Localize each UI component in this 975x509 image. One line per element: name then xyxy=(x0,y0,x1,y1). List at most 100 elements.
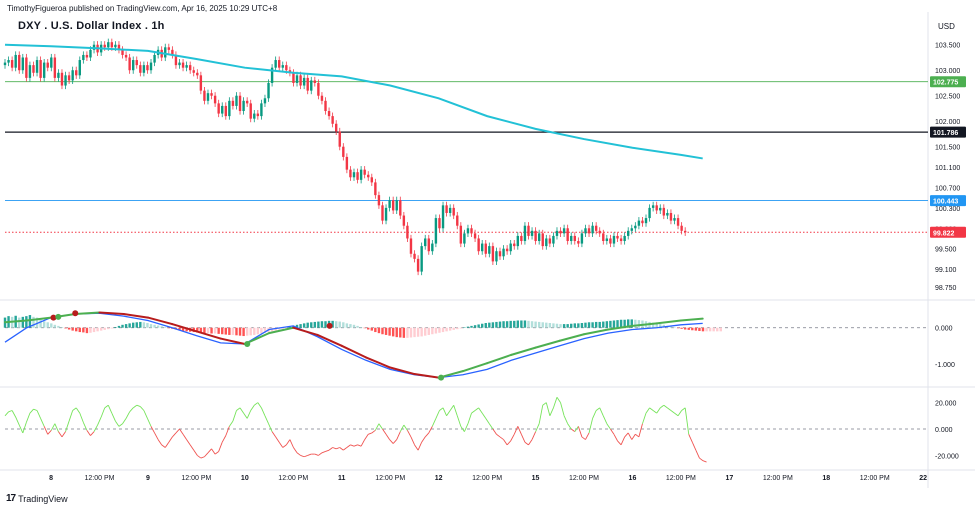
macd-histogram-bar xyxy=(334,321,338,328)
candle-body xyxy=(181,62,185,68)
macd-histogram-bar xyxy=(345,323,349,328)
oscillator-segment xyxy=(667,407,672,411)
candle-body xyxy=(676,218,680,226)
candle-body xyxy=(384,207,388,221)
oscillator-segment xyxy=(513,426,519,435)
oscillator-segment xyxy=(8,410,13,413)
oscillator-segment xyxy=(403,424,408,431)
macd-histogram-bar xyxy=(406,327,409,338)
oscillator-segment xyxy=(25,412,31,423)
oscillator-segment xyxy=(524,441,529,446)
macd-histogram-bar xyxy=(534,321,537,328)
time-axis-tick: 22 xyxy=(919,475,927,482)
macd-histogram-bar xyxy=(381,327,384,335)
oscillator-segment xyxy=(364,434,369,440)
candle-body xyxy=(356,172,359,180)
macd-histogram-bar xyxy=(438,327,441,333)
time-axis-tick: 15 xyxy=(532,475,540,482)
oscillator-segment xyxy=(357,444,362,447)
candle-body xyxy=(121,49,124,55)
candle-body xyxy=(89,49,92,58)
macd-histogram-bar xyxy=(694,327,698,331)
candle-body xyxy=(64,75,67,86)
candle-body xyxy=(420,246,423,272)
oscillator-segment xyxy=(577,426,583,438)
candle-body xyxy=(498,251,502,257)
price-label-text: 102.775 xyxy=(933,80,958,87)
candle-body xyxy=(655,205,658,211)
macd-histogram-bar xyxy=(541,322,544,328)
oscillator-segment xyxy=(164,441,170,448)
oscillator-segment xyxy=(471,410,476,414)
candle-body xyxy=(477,238,480,252)
oscillator-segment xyxy=(293,447,298,454)
macd-histogram-bar xyxy=(680,327,683,329)
macd-histogram-bar xyxy=(210,327,213,334)
macd-histogram-bar xyxy=(637,320,641,328)
oscillator-segment xyxy=(368,432,372,435)
macd-histogram-bar xyxy=(698,327,701,331)
oscillator-segment xyxy=(72,407,77,411)
macd-histogram-bar xyxy=(484,323,487,328)
oscillator-segment xyxy=(339,447,344,451)
macd-histogram-bar xyxy=(612,320,616,328)
macd-histogram-bar xyxy=(57,325,60,328)
macd-cross-dot xyxy=(244,341,251,347)
candle-body xyxy=(374,182,377,196)
oscillator-segment xyxy=(567,423,572,430)
candle-body xyxy=(537,233,541,242)
oscillator-segment xyxy=(656,407,661,414)
macd-axis-tick: 0.000 xyxy=(935,326,953,333)
macd-cross-dot xyxy=(438,374,445,381)
candle-body xyxy=(459,225,463,244)
candle-body xyxy=(530,230,534,236)
macd-histogram-bar xyxy=(228,327,231,335)
candle-body xyxy=(480,243,484,252)
candle-body xyxy=(441,205,445,229)
oscillator-segment xyxy=(225,426,230,436)
macd-histogram-bar xyxy=(249,327,252,336)
candle-body xyxy=(438,218,441,229)
oscillator-segment xyxy=(592,410,597,419)
candle-body xyxy=(103,44,106,48)
macd-histogram-bar xyxy=(488,322,491,328)
oscillator-segment xyxy=(481,412,487,419)
oscillator-segment xyxy=(79,412,84,423)
candle-body xyxy=(242,100,245,112)
oscillator-segment xyxy=(107,405,113,414)
oscillator-segment xyxy=(186,439,191,446)
macd-histogram-bar xyxy=(395,327,398,338)
macd-histogram-bar xyxy=(399,327,402,338)
candle-body xyxy=(416,258,420,272)
macd-histogram-bar xyxy=(164,326,167,328)
oscillator-segment xyxy=(414,444,419,451)
candle-body xyxy=(210,93,213,96)
macd-histogram-bar xyxy=(217,327,220,334)
candle-body xyxy=(395,200,398,211)
candle-body xyxy=(310,80,313,91)
macd-histogram-bar xyxy=(559,324,562,328)
oscillator-segment xyxy=(652,410,657,414)
candle-body xyxy=(491,246,495,262)
macd-histogram-bar xyxy=(71,327,74,331)
chart-canvas[interactable]: 103.500 103.000 102.500 102.000 101.500 101.1… xyxy=(0,0,975,509)
oscillator-segment xyxy=(300,455,305,458)
oscillator-segment xyxy=(29,408,34,414)
macd-histogram-bar xyxy=(591,322,594,328)
candle-body xyxy=(3,62,7,66)
macd-histogram-bar xyxy=(712,327,715,332)
candle-body xyxy=(616,235,619,239)
candle-body xyxy=(413,253,416,259)
macd-histogram-bar xyxy=(566,324,569,328)
oscillator-segment xyxy=(585,432,590,440)
candle-body xyxy=(231,100,235,106)
candle-body xyxy=(199,75,203,91)
oscillator-segment xyxy=(125,411,131,419)
time-axis-tick: 17 xyxy=(725,475,733,482)
macd-signal-segment xyxy=(292,326,319,336)
oscillator-segment xyxy=(556,397,561,403)
candle-body xyxy=(334,123,338,132)
macd-cross-dot xyxy=(326,322,333,329)
candle-body xyxy=(445,205,448,213)
oscillator-segment xyxy=(161,444,166,448)
